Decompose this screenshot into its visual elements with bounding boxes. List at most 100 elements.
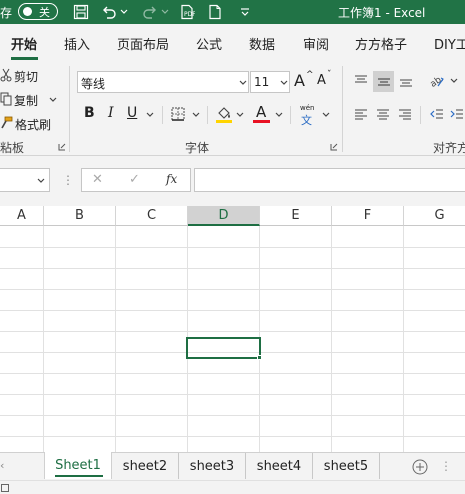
align-left-icon[interactable] bbox=[352, 106, 370, 124]
status-bar bbox=[0, 480, 465, 494]
spreadsheet-grid[interactable]: A B C D E F G bbox=[0, 206, 465, 452]
toggle-knob bbox=[23, 7, 32, 16]
font-group-label: 字体 bbox=[185, 141, 210, 155]
font-size-value: 11 bbox=[254, 75, 270, 89]
increase-font-label: A bbox=[294, 71, 305, 90]
tab-review[interactable]: 审阅 bbox=[303, 34, 329, 53]
column-header-d[interactable]: D bbox=[188, 206, 260, 226]
decrease-indent-icon[interactable] bbox=[428, 106, 446, 124]
cancel-formula-button[interactable]: ✕ bbox=[92, 172, 103, 187]
chevron-down-icon bbox=[279, 77, 289, 89]
grid-lines bbox=[0, 226, 465, 452]
column-header-b[interactable]: B bbox=[44, 206, 116, 226]
border-icon[interactable] bbox=[170, 106, 186, 122]
group-divider bbox=[207, 106, 208, 124]
border-dropdown-icon[interactable] bbox=[191, 109, 201, 121]
tab-home[interactable]: 开始 bbox=[11, 34, 37, 53]
autosave-toggle[interactable]: 关 bbox=[18, 3, 58, 20]
caret-down-icon: ˇ bbox=[327, 70, 332, 80]
cut-button[interactable]: 剪切 bbox=[14, 68, 38, 85]
font-color-button[interactable]: A bbox=[253, 102, 271, 124]
phonetic-guide-button[interactable]: wén 文 bbox=[298, 104, 318, 127]
font-name-select[interactable]: 等线 bbox=[77, 71, 249, 93]
alignment-group-label: 对齐方 bbox=[433, 141, 465, 155]
tab-formulas[interactable]: 公式 bbox=[196, 34, 222, 53]
tab-fangfang[interactable]: 方方格子 bbox=[355, 34, 407, 53]
format-painter-icon bbox=[0, 115, 13, 131]
format-painter-button[interactable]: 格式刷 bbox=[15, 116, 51, 133]
sheet-tab-label: sheet2 bbox=[122, 458, 168, 474]
align-center-icon[interactable] bbox=[374, 106, 392, 124]
fill-color-icon[interactable] bbox=[215, 104, 233, 124]
sheet-tab-4[interactable]: sheet4 bbox=[246, 453, 313, 479]
column-header-g[interactable]: G bbox=[404, 206, 465, 226]
copy-dropdown-icon[interactable] bbox=[48, 94, 58, 106]
tab-diy[interactable]: DIY工 bbox=[434, 34, 465, 53]
formula-bar: ⋮ ✕ ✓ fx bbox=[0, 156, 465, 206]
formula-buttons: ✕ ✓ fx bbox=[81, 168, 191, 192]
enter-formula-button[interactable]: ✓ bbox=[129, 172, 140, 187]
phonetic-dropdown-icon[interactable] bbox=[321, 109, 331, 121]
sheet-tab-5[interactable]: sheet5 bbox=[313, 453, 380, 479]
formula-input[interactable] bbox=[194, 168, 465, 192]
align-top-icon[interactable] bbox=[352, 72, 370, 90]
column-header-e[interactable]: E bbox=[260, 206, 332, 226]
cut-icon bbox=[0, 67, 12, 83]
customize-toolbar-icon[interactable] bbox=[238, 4, 252, 20]
redo-icon[interactable] bbox=[141, 3, 159, 21]
insert-function-button[interactable]: fx bbox=[166, 172, 177, 186]
tab-insert[interactable]: 插入 bbox=[64, 34, 90, 53]
font-size-select[interactable]: 11 bbox=[250, 71, 290, 93]
clipboard-group-label: 粘板 bbox=[0, 141, 25, 155]
underline-dropdown-icon[interactable] bbox=[145, 109, 155, 121]
font-launcher-icon[interactable] bbox=[329, 142, 339, 152]
group-divider bbox=[342, 66, 343, 152]
italic-button[interactable]: I bbox=[108, 105, 114, 121]
add-sheet-icon[interactable] bbox=[411, 458, 429, 476]
formula-drag-handle[interactable]: ⋮ bbox=[62, 173, 74, 187]
align-right-icon[interactable] bbox=[396, 106, 414, 124]
tab-splitter[interactable]: ⋮ bbox=[440, 459, 452, 473]
undo-icon[interactable] bbox=[100, 3, 118, 21]
group-divider bbox=[69, 66, 70, 152]
chevron-down-icon bbox=[238, 77, 248, 89]
copy-button[interactable]: 复制 bbox=[14, 92, 38, 109]
undo-dropdown-icon[interactable] bbox=[119, 6, 129, 18]
column-header-a[interactable]: A bbox=[0, 206, 44, 226]
clipboard-launcher-icon[interactable] bbox=[57, 142, 67, 152]
fill-color-dropdown-icon[interactable] bbox=[235, 109, 245, 121]
column-header-f[interactable]: F bbox=[332, 206, 404, 226]
sheet-tab-1[interactable]: Sheet1 bbox=[44, 452, 112, 479]
phonetic-top: wén bbox=[300, 104, 315, 112]
font-color-swatch bbox=[253, 120, 270, 123]
orientation-icon[interactable]: ab bbox=[428, 72, 446, 90]
scroll-left-icon[interactable]: ‹ bbox=[0, 459, 4, 472]
pdf-icon[interactable]: PDF bbox=[178, 3, 196, 21]
column-header-c[interactable]: C bbox=[116, 206, 188, 226]
name-box[interactable] bbox=[0, 168, 50, 192]
decrease-font-size-button[interactable]: A ˇ bbox=[317, 70, 333, 91]
phonetic-bottom: 文 bbox=[301, 114, 312, 127]
font-color-dropdown-icon[interactable] bbox=[274, 109, 284, 121]
orientation-dropdown-icon[interactable] bbox=[449, 75, 459, 87]
increase-indent-icon[interactable] bbox=[449, 106, 465, 124]
fill-handle[interactable] bbox=[257, 355, 262, 360]
align-bottom-icon[interactable] bbox=[397, 72, 415, 90]
group-divider bbox=[290, 106, 291, 124]
bold-button[interactable]: B bbox=[84, 105, 95, 121]
tab-data[interactable]: 数据 bbox=[249, 34, 275, 53]
increase-font-size-button[interactable]: A ^ bbox=[294, 70, 314, 91]
active-cell[interactable] bbox=[186, 337, 261, 359]
window-title: 工作簿1 - Excel bbox=[338, 6, 426, 20]
redo-dropdown-icon[interactable] bbox=[160, 6, 170, 18]
ribbon-tabs: 开始 插入 页面布局 公式 数据 审阅 方方格子 DIY工 bbox=[0, 24, 465, 62]
chevron-down-icon bbox=[36, 175, 46, 187]
tab-page-layout[interactable]: 页面布局 bbox=[117, 34, 169, 53]
save-icon[interactable] bbox=[72, 3, 90, 21]
new-file-icon[interactable] bbox=[206, 3, 224, 21]
sheet-tab-2[interactable]: sheet2 bbox=[112, 453, 179, 479]
sheet-tab-3[interactable]: sheet3 bbox=[179, 453, 246, 479]
active-tab-underline bbox=[55, 475, 103, 477]
underline-button[interactable]: U bbox=[127, 105, 137, 121]
align-middle-icon[interactable] bbox=[373, 71, 394, 92]
